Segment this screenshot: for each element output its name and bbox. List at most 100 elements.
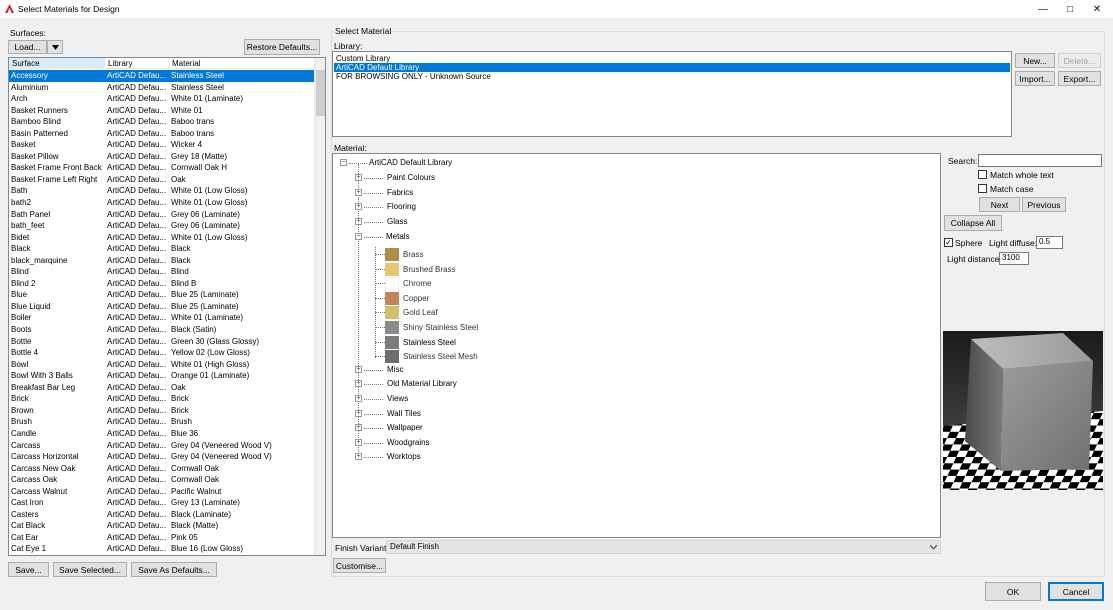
expand-toggle-icon[interactable]: + xyxy=(355,395,362,402)
surface-row[interactable]: Brush ArtiCAD Defau... Brush xyxy=(9,416,315,428)
tree-material-item[interactable]: Shiny Stainless Steel xyxy=(403,323,478,333)
surface-row[interactable]: Blind ArtiCAD Defau... Blind xyxy=(9,266,315,278)
surface-row[interactable]: black_marquine ArtiCAD Defau... Black xyxy=(9,255,315,267)
export-button[interactable]: Export... xyxy=(1058,71,1101,86)
library-list[interactable]: Custom Library ArtiCAD Default Library F… xyxy=(332,51,1012,137)
surface-row[interactable]: Bidet ArtiCAD Defau... White 01 (Low Gloss… xyxy=(9,232,315,244)
new-library-button[interactable]: New... xyxy=(1015,53,1055,68)
surface-row[interactable]: Cat Ear ArtiCAD Defau... Pink 05 xyxy=(9,532,315,544)
surface-row[interactable]: Aluminium ArtiCAD Defau... Stainless Steel xyxy=(9,82,315,94)
library-item[interactable]: Custom Library xyxy=(334,54,1010,63)
surface-row[interactable]: Blind 2 ArtiCAD Defau... Blind B xyxy=(9,278,315,290)
surface-row[interactable]: Arch ArtiCAD Defau... White 01 (Laminate) xyxy=(9,93,315,105)
match-whole-text-checkbox[interactable] xyxy=(978,170,987,179)
tree-category[interactable]: Misc xyxy=(387,365,403,375)
save-selected-button[interactable]: Save Selected... xyxy=(53,562,127,577)
surface-row[interactable]: Basket Runners ArtiCAD Defau... White 01 xyxy=(9,105,315,117)
surface-row[interactable]: Basin Patterned ArtiCAD Defau... Baboo tra… xyxy=(9,128,315,140)
import-button[interactable]: Import... xyxy=(1015,71,1055,86)
surface-row[interactable]: Blue ArtiCAD Defau... Blue 25 (Laminate) xyxy=(9,289,315,301)
tree-category[interactable]: Metals xyxy=(386,232,410,242)
column-header-library[interactable]: Library xyxy=(105,58,169,69)
expand-toggle-icon[interactable]: + xyxy=(355,380,362,388)
expand-toggle-icon[interactable]: + xyxy=(355,203,362,211)
column-header-material[interactable]: Material xyxy=(169,58,315,69)
tree-category[interactable]: Wall Tiles xyxy=(387,409,421,419)
previous-button[interactable]: Previous xyxy=(1022,197,1066,212)
save-button[interactable]: Save... xyxy=(8,562,49,577)
search-input[interactable] xyxy=(978,154,1102,167)
tree-material-item[interactable]: Stainless Steel xyxy=(403,338,456,348)
cancel-button[interactable]: Cancel xyxy=(1048,582,1104,601)
tree-category[interactable]: Woodgrains xyxy=(387,438,430,448)
surfaces-table[interactable]: Surface Library Material Accessory ArtiCA… xyxy=(8,57,326,556)
finish-variant-select[interactable]: Default Finish xyxy=(386,540,941,554)
tree-material-item[interactable]: Brushed Brass xyxy=(403,265,455,275)
surface-row[interactable]: Carcass Horizontal ArtiCAD Defau... Grey 0… xyxy=(9,451,315,463)
close-icon[interactable]: ✕ xyxy=(1080,0,1113,18)
load-dropdown-button[interactable] xyxy=(47,40,63,54)
tree-category[interactable]: Worktops xyxy=(387,452,421,462)
surface-row[interactable]: Cast Iron ArtiCAD Defau... Grey 13 (Lamina… xyxy=(9,497,315,509)
expand-toggle-icon[interactable]: + xyxy=(355,424,362,432)
column-header-surface[interactable]: Surface xyxy=(9,58,105,69)
surface-row[interactable]: Boots ArtiCAD Defau... Black (Satin) xyxy=(9,324,315,336)
tree-root-library[interactable]: ArtiCAD Default Library xyxy=(369,158,452,168)
surface-row[interactable]: Breakfast Bar Leg ArtiCAD Defau... Oak xyxy=(9,382,315,394)
tree-category[interactable]: Wallpaper xyxy=(387,423,423,433)
surface-row[interactable]: Carcass New Oak ArtiCAD Defau... Cornwall … xyxy=(9,463,315,475)
tree-material-item[interactable]: Brass xyxy=(403,250,423,260)
collapse-toggle-icon[interactable]: − xyxy=(340,159,347,166)
tree-material-item[interactable]: Stainless Steel Mesh xyxy=(403,352,478,362)
expand-toggle-icon[interactable]: + xyxy=(355,409,362,417)
collapse-all-button[interactable]: Collapse All xyxy=(944,215,1002,231)
scrollbar-thumb[interactable] xyxy=(316,70,325,116)
surface-row[interactable]: Cat Black ArtiCAD Defau... Black (Matte) xyxy=(9,520,315,532)
library-item-selected[interactable]: ArtiCAD Default Library xyxy=(334,63,1010,72)
surface-row[interactable]: Bowl ArtiCAD Defau... White 01 (High Gloss… xyxy=(9,359,315,371)
surface-row[interactable]: Bottle ArtiCAD Defau... Green 30 (Glass Gl… xyxy=(9,336,315,348)
expand-toggle-icon[interactable]: + xyxy=(355,365,362,373)
tree-category[interactable]: Glass xyxy=(387,217,407,227)
surface-row[interactable]: bath2 ArtiCAD Defau... White 01 (Low Gloss… xyxy=(9,197,315,209)
tree-category[interactable]: Old Material Library xyxy=(387,379,457,389)
ok-button[interactable]: OK xyxy=(985,582,1041,601)
tree-material-item[interactable]: Gold Leaf xyxy=(403,308,438,318)
surface-row[interactable]: Accessory ArtiCAD Defau... Stainless Steel xyxy=(9,70,315,82)
light-diffuse-input[interactable]: 0.5 xyxy=(1036,236,1063,249)
tree-category[interactable]: Views xyxy=(387,394,408,404)
surface-row[interactable]: Basket Frame Left Right ArtiCAD Defau... O… xyxy=(9,174,315,186)
expand-toggle-icon[interactable]: + xyxy=(355,218,362,226)
surface-row[interactable]: Carcass ArtiCAD Defau... Grey 04 (Veneered… xyxy=(9,440,315,452)
surfaces-scrollbar[interactable] xyxy=(314,58,325,555)
tree-material-item[interactable]: Chrome xyxy=(403,279,431,289)
light-distance-input[interactable]: 3100 xyxy=(999,252,1029,265)
surface-row[interactable]: Bottle 4 ArtiCAD Defau... Yellow 02 (Low G… xyxy=(9,347,315,359)
surface-row[interactable]: Cat Eye 1 ArtiCAD Defau... Blue 16 (Low Gl… xyxy=(9,543,315,555)
customise-button[interactable]: Customise... xyxy=(333,558,386,573)
match-case-checkbox[interactable] xyxy=(978,184,987,193)
surface-row[interactable]: Carcass Walnut ArtiCAD Defau... Pacific Wa… xyxy=(9,486,315,498)
surface-row[interactable]: Boiler ArtiCAD Defau... White 01 (Laminate… xyxy=(9,312,315,324)
surface-row[interactable]: Bath Panel ArtiCAD Defau... Grey 06 (Lamin… xyxy=(9,209,315,221)
surface-row[interactable]: Black ArtiCAD Defau... Black xyxy=(9,243,315,255)
surface-row[interactable]: Blue Liquid ArtiCAD Defau... Blue 25 (Lami… xyxy=(9,301,315,313)
surface-row[interactable]: Brown ArtiCAD Defau... Brick xyxy=(9,405,315,417)
surface-row[interactable]: Carcass Oak ArtiCAD Defau... Cornwall Oak xyxy=(9,474,315,486)
collapse-toggle-icon[interactable]: − xyxy=(355,232,362,240)
tree-category[interactable]: Paint Colours xyxy=(387,173,435,183)
expand-toggle-icon[interactable]: + xyxy=(355,174,362,181)
sphere-checkbox[interactable]: ✓ xyxy=(944,238,953,247)
surface-row[interactable]: Bowl With 3 Balls ArtiCAD Defau... Orange … xyxy=(9,370,315,382)
expand-toggle-icon[interactable]: + xyxy=(355,453,362,461)
surface-row[interactable]: bath_feet ArtiCAD Defau... Grey 06 (Lamina… xyxy=(9,220,315,232)
load-button[interactable]: Load... xyxy=(8,40,47,54)
surface-row[interactable]: Bamboo Blind ArtiCAD Defau... Baboo trans xyxy=(9,116,315,128)
tree-category[interactable]: Flooring xyxy=(387,202,416,212)
tree-category[interactable]: Fabrics xyxy=(387,188,413,198)
restore-defaults-button[interactable]: Restore Defaults... xyxy=(244,39,320,55)
library-item[interactable]: FOR BROWSING ONLY - Unknown Source xyxy=(334,72,1010,81)
surface-row[interactable]: Candle ArtiCAD Defau... Blue 36 xyxy=(9,428,315,440)
surface-row[interactable]: Basket Frame Front Back ArtiCAD Defau... C… xyxy=(9,162,315,174)
surface-row[interactable]: Brick ArtiCAD Defau... Brick xyxy=(9,393,315,405)
